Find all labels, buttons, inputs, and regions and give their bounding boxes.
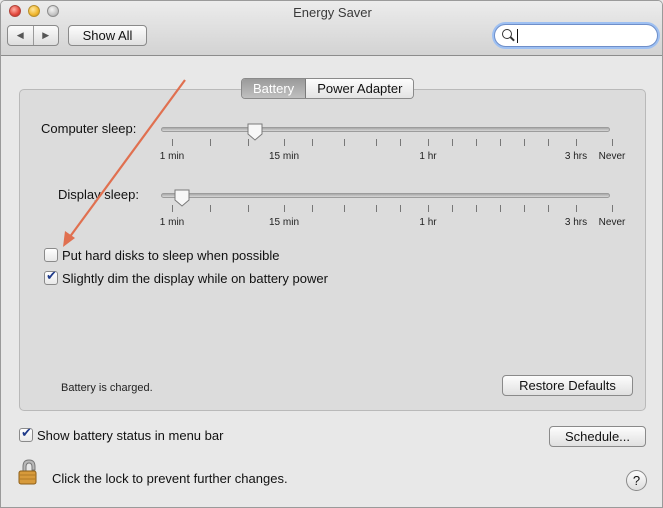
- lock-icon[interactable]: [18, 458, 40, 486]
- display-sleep-tick-label: 1 min: [159, 217, 185, 228]
- computer-sleep-tick-label: Never: [598, 151, 626, 162]
- search-input[interactable]: [494, 24, 658, 47]
- display-sleep-tick-label: 3 hrs: [564, 217, 588, 228]
- energy-saver-window: Energy Saver ◀ ▶ Show All Battery Power …: [0, 0, 663, 508]
- search-icon: [502, 29, 512, 39]
- display-sleep-tick: [400, 205, 401, 212]
- dim-display-checkbox[interactable]: [44, 269, 58, 285]
- display-sleep-label: Display sleep:: [58, 187, 139, 202]
- title-bar: Energy Saver ◀ ▶ Show All: [1, 1, 662, 56]
- tab-bar: Battery Power Adapter: [241, 78, 415, 99]
- display-sleep-slider-thumb[interactable]: [174, 189, 190, 207]
- computer-sleep-tick: [548, 139, 549, 146]
- computer-sleep-tick: [524, 139, 525, 146]
- computer-sleep-tick: [612, 139, 613, 146]
- computer-sleep-tick-label: 15 min: [268, 151, 300, 162]
- schedule-button[interactable]: Schedule...: [549, 426, 646, 447]
- window-title: Energy Saver: [293, 5, 372, 20]
- display-sleep-tick: [284, 205, 285, 212]
- display-sleep-tick: [210, 205, 211, 212]
- forward-arrow-icon[interactable]: ▶: [32, 26, 59, 45]
- display-sleep-tick: [576, 205, 577, 212]
- computer-sleep-tick: [172, 139, 173, 146]
- restore-defaults-button[interactable]: Restore Defaults: [502, 375, 633, 396]
- display-sleep-tick: [172, 205, 173, 212]
- lock-message: Click the lock to prevent further change…: [52, 471, 288, 486]
- computer-sleep-tick-label: 3 hrs: [564, 151, 588, 162]
- computer-sleep-tick: [400, 139, 401, 146]
- computer-sleep-tick: [428, 139, 429, 146]
- display-sleep-tick: [476, 205, 477, 212]
- hard-disks-checkbox[interactable]: [44, 248, 58, 262]
- show-battery-status-checkbox[interactable]: [19, 426, 33, 442]
- battery-status-text: Battery is charged.: [61, 382, 153, 394]
- display-sleep-tick: [428, 205, 429, 212]
- hard-disks-label[interactable]: Put hard disks to sleep when possible: [62, 248, 280, 263]
- display-sleep-tick: [500, 205, 501, 212]
- computer-sleep-tick: [500, 139, 501, 146]
- show-all-button[interactable]: Show All: [68, 25, 147, 46]
- display-sleep-tick-label: Never: [598, 217, 626, 228]
- text-cursor: [517, 29, 518, 43]
- display-sleep-tick: [524, 205, 525, 212]
- display-sleep-tick: [344, 205, 345, 212]
- display-sleep-tick: [548, 205, 549, 212]
- display-sleep-tick-label: 1 hr: [419, 217, 437, 228]
- display-sleep-tick-label: 15 min: [268, 217, 300, 228]
- display-sleep-tick: [312, 205, 313, 212]
- display-sleep-tick: [452, 205, 453, 212]
- display-sleep-tick: [248, 205, 249, 212]
- computer-sleep-tick: [452, 139, 453, 146]
- computer-sleep-tick: [344, 139, 345, 146]
- display-sleep-tick: [376, 205, 377, 212]
- display-sleep-slider-track[interactable]: [161, 193, 610, 198]
- computer-sleep-label: Computer sleep:: [41, 121, 137, 136]
- computer-sleep-slider-track[interactable]: [161, 127, 610, 132]
- show-battery-status-label[interactable]: Show battery status in menu bar: [37, 428, 223, 443]
- computer-sleep-tick: [376, 139, 377, 146]
- computer-sleep-tick-label: 1 hr: [419, 151, 437, 162]
- computer-sleep-tick: [284, 139, 285, 146]
- display-sleep-tick: [612, 205, 613, 212]
- computer-sleep-tick: [476, 139, 477, 146]
- back-arrow-icon[interactable]: ◀: [8, 26, 33, 45]
- computer-sleep-tick: [576, 139, 577, 146]
- help-button[interactable]: ?: [626, 470, 647, 491]
- computer-sleep-tick-label: 1 min: [159, 151, 185, 162]
- dim-display-label[interactable]: Slightly dim the display while on batter…: [62, 271, 328, 286]
- tab-power-adapter[interactable]: Power Adapter: [306, 79, 414, 98]
- computer-sleep-slider-thumb[interactable]: [247, 123, 263, 141]
- computer-sleep-tick: [210, 139, 211, 146]
- back-forward-control: ◀ ▶: [7, 25, 59, 46]
- computer-sleep-tick: [312, 139, 313, 146]
- tab-battery[interactable]: Battery: [242, 79, 307, 98]
